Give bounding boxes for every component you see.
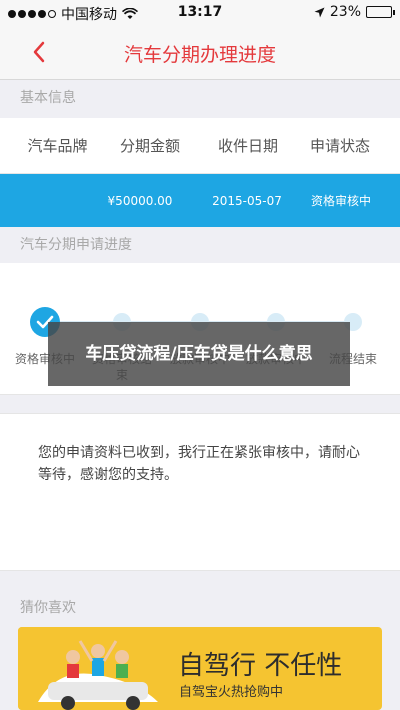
recommend-header: 猜你喜欢	[0, 590, 400, 626]
column-header-status: 申请状态	[309, 137, 370, 155]
column-header-amount: 分期金额	[119, 137, 180, 155]
banner-title: 自驾行 不任性	[178, 651, 343, 681]
banner-subtitle: 自驾宝火热抢购中	[179, 685, 284, 700]
navigation-bar: 汽车分期办理进度	[0, 26, 400, 80]
status-bar: 中国移动 13:17 23%	[0, 0, 400, 26]
info-table-header: 汽车品牌 分期金额 收件日期 申请状态	[0, 118, 400, 174]
battery-icon	[366, 6, 395, 18]
message-panel: 您的申请资料已收到，我行正在紧张审核中，请耐心等待，感谢您的支持。	[0, 413, 400, 571]
progress-header: 汽车分期申请进度	[0, 227, 400, 263]
status-message: 您的申请资料已收到，我行正在紧张审核中，请耐心等待，感谢您的支持。	[38, 445, 360, 483]
cell-status: 资格审核中	[310, 194, 371, 208]
page-title: 汽车分期办理进度	[123, 44, 276, 66]
location-arrow-icon	[314, 7, 325, 17]
caption-overlay: 车压贷流程/压车贷是什么意思	[48, 322, 350, 386]
basic-info-header: 基本信息	[0, 80, 400, 116]
cell-date: 2015-05-07	[212, 193, 282, 208]
road-trip-illustration	[18, 627, 173, 710]
battery-percentage: 23%	[329, 4, 361, 20]
info-table-row[interactable]: ¥50000.00 2015-05-07 资格审核中	[0, 174, 400, 227]
column-header-brand: 汽车品牌	[27, 137, 88, 155]
column-header-date: 收件日期	[217, 137, 278, 155]
cell-amount: ¥50000.00	[107, 193, 173, 208]
promo-banner[interactable]: 自驾行 不任性 自驾宝火热抢购中	[18, 627, 382, 710]
